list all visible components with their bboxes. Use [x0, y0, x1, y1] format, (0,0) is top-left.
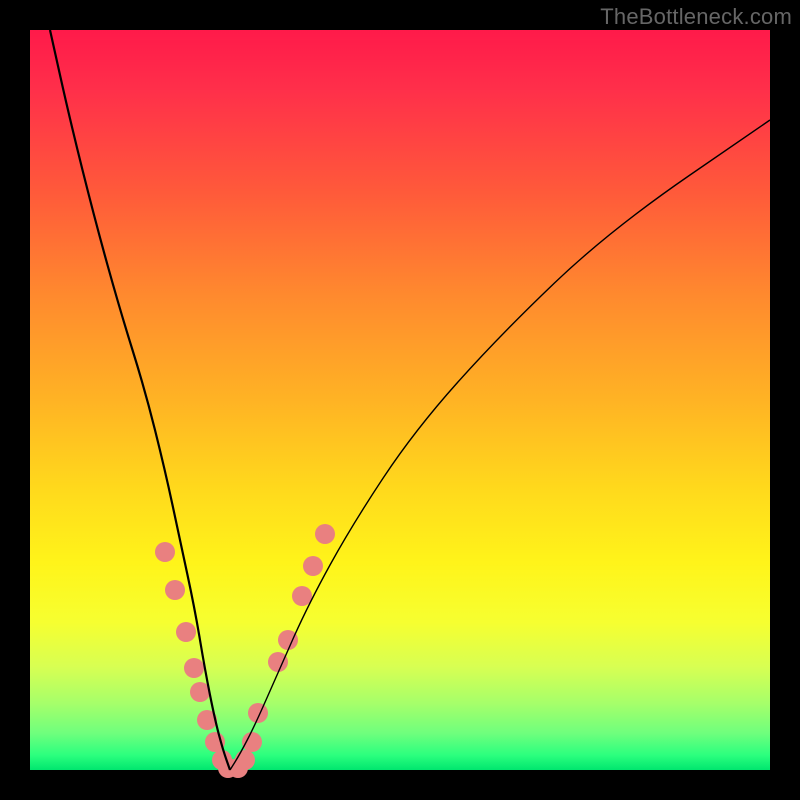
data-bead	[165, 580, 185, 600]
data-bead	[242, 732, 262, 752]
watermark-text: TheBottleneck.com	[600, 4, 792, 30]
beads-group	[155, 524, 335, 778]
curve-svg	[30, 30, 770, 770]
right-branch-curve	[230, 120, 770, 770]
data-bead	[248, 703, 268, 723]
data-bead	[315, 524, 335, 544]
data-bead	[268, 652, 288, 672]
data-bead	[235, 750, 255, 770]
data-bead	[184, 658, 204, 678]
plot-area	[30, 30, 770, 770]
data-bead	[303, 556, 323, 576]
left-branch-curve	[50, 30, 230, 770]
chart-frame: TheBottleneck.com	[0, 0, 800, 800]
data-bead	[155, 542, 175, 562]
data-bead	[292, 586, 312, 606]
data-bead	[176, 622, 196, 642]
